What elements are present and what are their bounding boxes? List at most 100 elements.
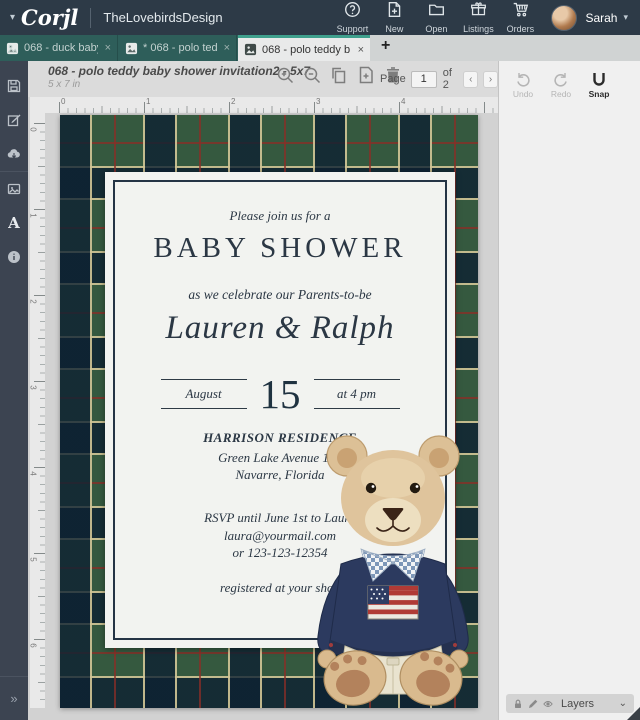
tab-close-icon[interactable]: ×	[105, 42, 111, 54]
tab-polo-teddy-active[interactable]: 068 - polo teddy b... ×	[238, 35, 370, 61]
file-thumbnail-icon	[6, 42, 19, 55]
pencil-icon	[529, 699, 538, 708]
duplicate-icon	[332, 67, 346, 84]
layers-label: Layers	[561, 697, 595, 710]
workspace-name: TheLovebirdsDesign	[103, 10, 223, 25]
zoom-out-button[interactable]	[303, 66, 321, 84]
document-toolbar: 068 - polo teddy baby shower invitation2…	[28, 61, 498, 97]
history-controls: Undo Redo Snap	[509, 71, 613, 99]
ruler-number: 1	[146, 97, 151, 106]
previous-page-button[interactable]: ‹	[463, 70, 479, 88]
document-title-block: 068 - polo teddy baby shower invitation2…	[48, 64, 310, 90]
document-title: 068 - polo teddy baby shower invitation2…	[48, 64, 311, 78]
images-button[interactable]	[0, 172, 28, 206]
image-icon	[7, 183, 21, 195]
page-number-input[interactable]	[410, 70, 437, 88]
invite-title-text[interactable]: BABY SHOWER	[105, 232, 455, 265]
orders-button[interactable]: Orders	[499, 1, 541, 34]
resize-corner-handle[interactable]	[627, 707, 640, 720]
canvas-workarea: 068 - polo teddy baby shower invitation2…	[28, 61, 498, 720]
info-button[interactable]	[0, 240, 28, 274]
app-menu-caret-icon[interactable]: ▾	[10, 12, 15, 23]
text-tool-button[interactable]: A	[0, 206, 28, 240]
page-total: of 2	[442, 67, 452, 91]
tab-close-icon[interactable]: ×	[224, 42, 230, 54]
ruler-number: 2	[231, 97, 236, 106]
edit-pages-button[interactable]	[0, 103, 28, 137]
zoom-out-icon	[304, 67, 321, 84]
open-folder-icon	[428, 1, 445, 23]
header-nav: Support New Open Listings Orders Sarah ▾	[331, 1, 640, 34]
add-page-button[interactable]	[357, 66, 375, 84]
magnet-icon	[593, 73, 605, 86]
new-document-icon	[386, 1, 403, 23]
ruler-number: 5	[28, 557, 38, 562]
tab-polo-teddy-unsaved[interactable]: * 068 - polo tedd... ×	[119, 35, 237, 61]
user-menu-caret-icon[interactable]: ▾	[623, 12, 628, 23]
zoom-in-button[interactable]	[276, 66, 294, 84]
duplicate-page-button[interactable]	[330, 66, 348, 84]
date-day-text[interactable]: 15	[260, 370, 301, 418]
vertical-ruler: 0 1 2 3 4 5 6	[28, 113, 45, 708]
tab-close-icon[interactable]: ×	[358, 44, 364, 56]
layers-panel-toggle[interactable]: Layers ⌄	[506, 694, 634, 713]
ruler-number: 4	[401, 97, 406, 106]
edit-document-icon	[7, 114, 21, 127]
listings-button[interactable]: Listings	[457, 1, 499, 34]
text-tool-icon: A	[8, 214, 20, 232]
right-panel: Undo Redo Snap Layers ⌄	[498, 61, 640, 720]
tab-duck-baby-shower[interactable]: 068 - duck baby s... ×	[0, 35, 118, 61]
invite-subtitle-text[interactable]: as we celebrate our Parents-to-be	[105, 287, 455, 303]
document-tabstrip: 068 - duck baby s... × * 068 - polo tedd…	[0, 35, 640, 61]
cloud-download-icon	[7, 149, 20, 159]
ruler-number: 6	[28, 643, 38, 648]
open-button[interactable]: Open	[415, 1, 457, 34]
sidebar-expand-button[interactable]: »	[0, 676, 28, 720]
ruler-number: 3	[316, 97, 321, 106]
invite-intro-text[interactable]: Please join us for a	[105, 208, 455, 224]
chevron-right-icon: ›	[488, 73, 493, 85]
tools-sidebar: A »	[0, 61, 28, 720]
header-divider	[90, 7, 92, 28]
tab-label: 068 - polo teddy b...	[262, 43, 351, 56]
redo-button[interactable]: Redo	[547, 71, 575, 99]
undo-icon	[517, 73, 530, 87]
date-row: August 15 at 4 pm	[105, 370, 455, 418]
page-controls: Page of 2 ‹ ›	[380, 67, 498, 91]
corjl-logo[interactable]: Corjl	[21, 5, 78, 30]
chevron-left-icon: ‹	[469, 73, 473, 85]
support-icon	[344, 1, 361, 23]
lock-icon	[515, 699, 521, 708]
user-name: Sarah	[585, 10, 618, 25]
tab-label: 068 - duck baby s...	[24, 42, 98, 54]
document-size: 5 x 7 in	[48, 79, 81, 90]
horizontal-ruler: 0 1 2 3 4	[45, 97, 498, 113]
next-page-button[interactable]: ›	[483, 70, 498, 88]
design-canvas-plaid-background[interactable]: Please join us for a BABY SHOWER as we c…	[60, 115, 478, 708]
add-page-icon	[359, 66, 373, 84]
save-button[interactable]	[0, 69, 28, 103]
couple-names-text[interactable]: Lauren & Ralph	[105, 310, 455, 347]
ruler-corner	[30, 97, 45, 113]
upload-download-button[interactable]	[0, 137, 28, 171]
info-icon	[8, 251, 20, 263]
support-button[interactable]: Support	[331, 1, 373, 34]
undo-button[interactable]: Undo	[509, 71, 537, 99]
ruler-number: 4	[28, 471, 38, 476]
page-label: Page	[380, 73, 406, 85]
corjl-editor-window: ▾ Corjl TheLovebirdsDesign Support New O…	[0, 0, 640, 720]
orders-cart-icon	[512, 1, 529, 23]
user-avatar[interactable]	[551, 4, 578, 31]
ruler-number: 0	[28, 127, 38, 132]
ruler-number: 1	[28, 213, 38, 218]
double-chevron-right-icon: »	[10, 691, 18, 706]
snap-toggle-button[interactable]: Snap	[585, 71, 613, 99]
date-month-text[interactable]: August	[160, 379, 247, 409]
top-header: ▾ Corjl TheLovebirdsDesign Support New O…	[0, 0, 640, 35]
eye-icon	[543, 700, 553, 707]
new-tab-button[interactable]: +	[381, 37, 390, 55]
date-time-text[interactable]: at 4 pm	[313, 379, 400, 409]
new-document-button[interactable]: New	[373, 1, 415, 34]
zoom-in-icon	[277, 67, 294, 84]
polo-teddy-bear-image[interactable]	[306, 430, 480, 708]
